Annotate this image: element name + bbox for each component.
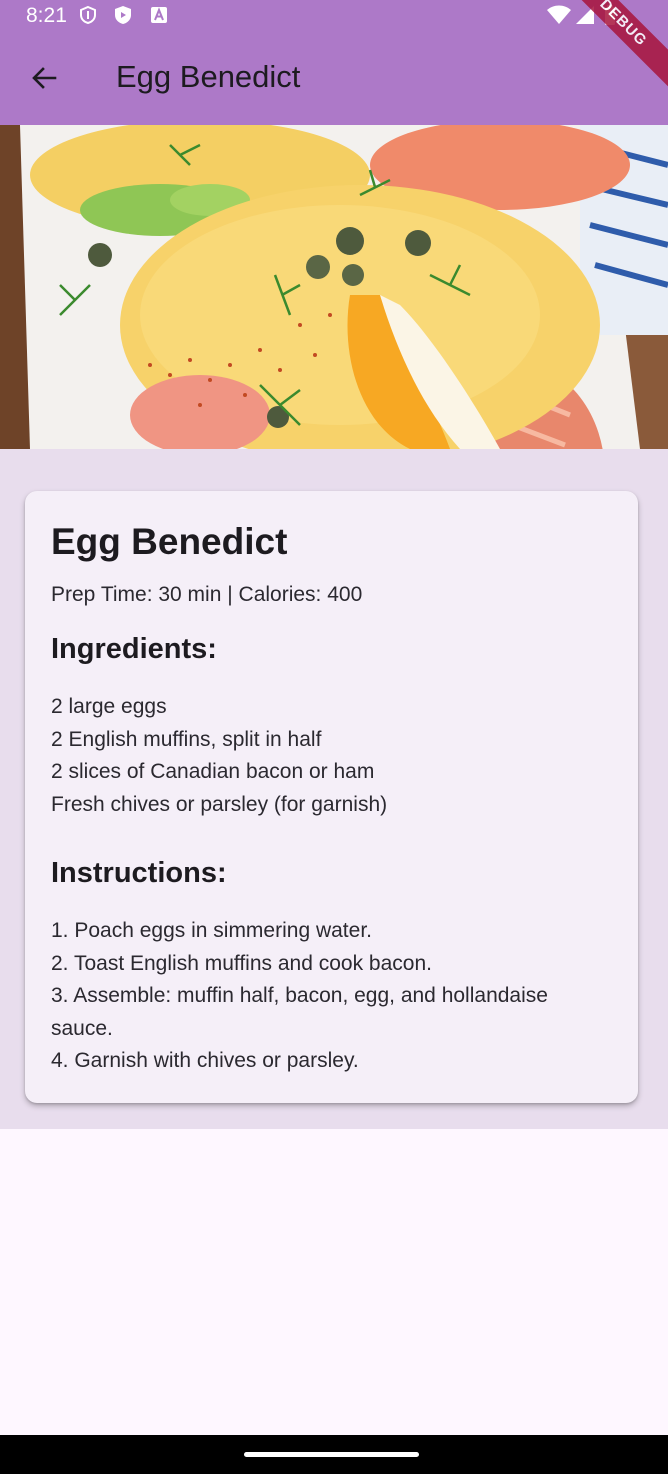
back-button[interactable] [20,58,68,102]
ingredient-item: Fresh chives or parsley (for garnish) [51,792,388,816]
app-bar: Egg Benedict [0,30,668,125]
page-title: Egg Benedict [116,59,301,94]
wifi-icon [547,5,571,25]
instructions-list: 1. Poach eggs in simmering water. 2. Toa… [51,915,616,1078]
ingredients-list: 2 large eggs 2 English muffins, split in… [51,691,616,821]
recipe-meta: Prep Time: 30 min | Calories: 400 [51,583,363,606]
status-bar: 8:21 [0,0,668,30]
home-indicator[interactable] [244,1452,419,1457]
ingredient-item: 2 slices of Canadian bacon or ham [51,760,375,783]
ingredient-item: 2 large eggs [51,695,167,718]
recipe-title: Egg Benedict [51,521,288,562]
instruction-item: sauce. [51,1016,113,1040]
system-nav-bar [0,1435,668,1474]
recipe-hero-image [0,125,668,449]
instruction-item: 1. Poach eggs in simmering water. [51,919,372,942]
instruction-item: 3. Assemble: muffin half, bacon, egg, an… [51,984,548,1007]
arrow-back-icon [30,64,58,97]
instruction-item: 4. Garnish with chives or parsley. [51,1049,359,1072]
shield-icon [78,5,98,25]
instruction-item: 2. Toast English muffins and cook bacon. [51,951,432,975]
ingredients-heading: Ingredients: [51,633,217,665]
font-icon [149,5,169,25]
play-protect-icon [113,5,133,25]
instructions-heading: Instructions: [51,857,227,889]
ingredient-item: 2 English muffins, split in half [51,727,322,751]
recipe-card: Egg Benedict Prep Time: 30 min | Calorie… [25,491,638,1103]
status-time: 8:21 [26,4,67,27]
